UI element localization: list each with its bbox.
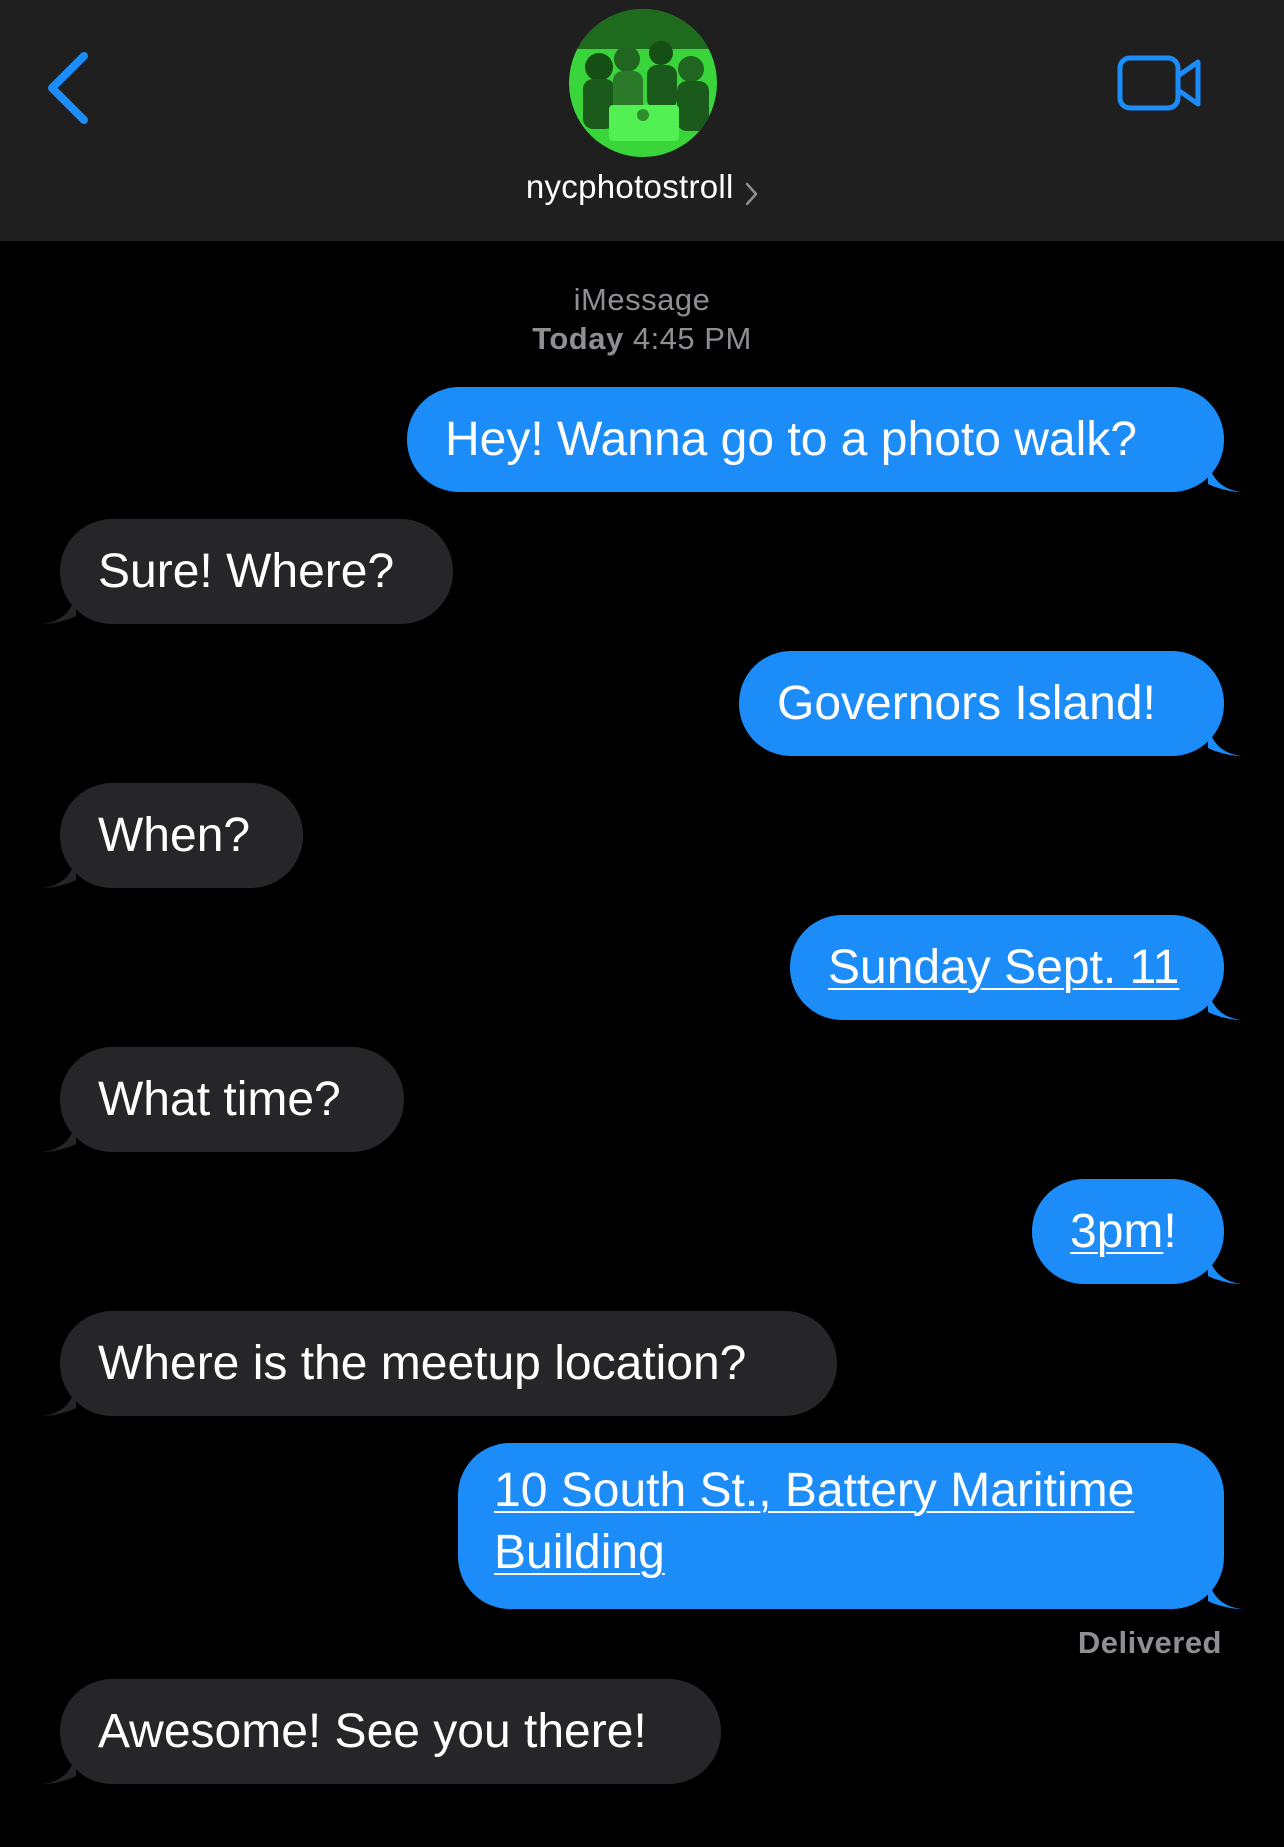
contact-name: nycphotostroll — [525, 168, 734, 205]
video-camera-icon — [1117, 55, 1201, 111]
message-bubble-received[interactable]: When? — [60, 783, 303, 888]
message-bubble-received[interactable]: Where is the meetup location? — [60, 1311, 837, 1416]
message-text: Governors Island! — [777, 677, 1156, 730]
bubble-tail — [1208, 458, 1242, 492]
bubble-tail — [42, 854, 76, 888]
bubble-tail — [1208, 1575, 1242, 1609]
thread-timestamp: Today 4:45 PM — [0, 321, 1284, 357]
message-bubble-sent[interactable]: Sunday Sept. 11 — [790, 915, 1224, 1020]
bubble-tail — [42, 1118, 76, 1152]
message-text: Hey! Wanna go to a photo walk? — [445, 413, 1137, 466]
address-link-line1[interactable]: 10 South St., Battery Maritime — [494, 1460, 1134, 1522]
message-text: Sure! Where? — [98, 545, 395, 598]
group-photo — [569, 9, 717, 157]
bubble-tail — [1208, 986, 1242, 1020]
timestamp-day: Today — [532, 321, 624, 356]
bubble-tail — [42, 590, 76, 624]
delivery-status: Delivered — [1077, 1625, 1222, 1660]
back-button[interactable] — [40, 48, 100, 128]
message-text: When? — [98, 809, 251, 862]
message-bubble-received[interactable]: What time? — [60, 1047, 404, 1152]
message-text: ! — [1163, 1205, 1177, 1258]
date-link[interactable]: Sunday Sept. 11 — [828, 941, 1179, 994]
message-bubble-sent[interactable]: Hey! Wanna go to a photo walk? — [407, 387, 1224, 492]
message-bubble-sent[interactable]: 10 South St., Battery Maritime Building — [458, 1443, 1224, 1609]
contact-avatar[interactable] — [569, 9, 717, 157]
message-text: Where is the meetup location? — [98, 1337, 747, 1390]
chevron-left-icon — [48, 52, 88, 124]
message-text: Awesome! See you there! — [98, 1705, 647, 1758]
bubble-tail — [42, 1382, 76, 1416]
conversation-header: nycphotostroll — [0, 0, 1284, 241]
bubble-tail — [1208, 722, 1242, 756]
facetime-video-button[interactable] — [1116, 52, 1204, 116]
service-name: iMessage — [573, 282, 711, 317]
message-bubble-received[interactable]: Awesome! See you there! — [60, 1679, 721, 1784]
message-bubble-received[interactable]: Sure! Where? — [60, 519, 453, 624]
message-text: What time? — [98, 1073, 341, 1126]
message-bubble-sent[interactable]: Governors Island! — [739, 651, 1224, 756]
contact-name-button[interactable]: nycphotostroll — [0, 168, 1284, 207]
bubble-tail — [1208, 1250, 1242, 1284]
message-bubble-sent[interactable]: 3pm! — [1032, 1179, 1224, 1284]
address-link-line2[interactable]: Building — [494, 1522, 665, 1584]
timestamp-time: 4:45 PM — [632, 321, 752, 356]
chevron-right-icon — [745, 182, 758, 206]
bubble-tail — [42, 1750, 76, 1784]
time-link[interactable]: 3pm — [1070, 1205, 1163, 1258]
service-label: iMessage — [0, 282, 1284, 318]
